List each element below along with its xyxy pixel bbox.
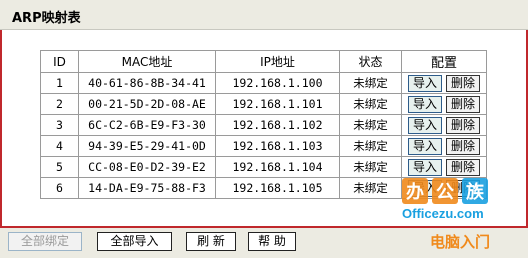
cell-state: 未绑定	[339, 114, 402, 136]
delete-button[interactable]: 删除	[446, 74, 481, 92]
cell-mac: 14-DA-E9-75-88-F3	[78, 177, 216, 199]
cell-id: 5	[40, 156, 79, 178]
import-button[interactable]: 导入	[407, 95, 442, 113]
cell-mac: 94-39-E5-29-41-0D	[78, 135, 216, 157]
cell-config: 导入 删除	[401, 156, 487, 178]
import-button[interactable]: 导入	[407, 74, 442, 92]
cell-id: 1	[40, 72, 79, 94]
delete-button[interactable]: 删除	[446, 116, 481, 134]
cell-ip: 192.168.1.104	[215, 156, 340, 178]
title-bar: ARP映射表	[0, 0, 528, 30]
cell-mac: 00-21-5D-2D-08-AE	[78, 93, 216, 115]
cell-id: 2	[40, 93, 79, 115]
cell-id: 6	[40, 177, 79, 199]
import-all-button[interactable]: 全部导入	[97, 232, 172, 251]
cell-mac: 40-61-86-8B-34-41	[78, 72, 216, 94]
cell-config: 导入 删除	[401, 135, 487, 157]
cell-ip: 192.168.1.103	[215, 135, 340, 157]
table-row: 6 14-DA-E9-75-88-F3 192.168.1.105 未绑定 导入…	[40, 177, 487, 199]
page-title: ARP映射表	[12, 11, 81, 26]
cell-config: 导入 删除	[401, 114, 487, 136]
table-row: 1 40-61-86-8B-34-41 192.168.1.100 未绑定 导入…	[40, 72, 487, 94]
header-mac: MAC地址	[78, 50, 216, 73]
bottom-toolbar: 全部绑定 全部导入 刷 新 帮 助	[0, 228, 528, 258]
cell-mac: CC-08-E0-D2-39-E2	[78, 156, 216, 178]
cell-ip: 192.168.1.100	[215, 72, 340, 94]
header-id: ID	[40, 50, 79, 73]
cell-mac: 6C-C2-6B-E9-F3-30	[78, 114, 216, 136]
delete-button[interactable]: 删除	[446, 95, 481, 113]
cell-id: 3	[40, 114, 79, 136]
table-row: 3 6C-C2-6B-E9-F3-30 192.168.1.102 未绑定 导入…	[40, 114, 487, 136]
delete-button[interactable]: 删除	[446, 137, 481, 155]
table-row: 4 94-39-E5-29-41-0D 192.168.1.103 未绑定 导入…	[40, 135, 487, 157]
cell-ip: 192.168.1.105	[215, 177, 340, 199]
cell-state: 未绑定	[339, 135, 402, 157]
import-button[interactable]: 导入	[407, 137, 442, 155]
cell-config: 导入 删除	[401, 72, 487, 94]
cell-state: 未绑定	[339, 72, 402, 94]
header-state: 状态	[339, 50, 402, 73]
cell-state: 未绑定	[339, 177, 402, 199]
cell-id: 4	[40, 135, 79, 157]
table-header-row: ID MAC地址 IP地址 状态 配置	[40, 50, 487, 73]
bind-all-button[interactable]: 全部绑定	[8, 232, 82, 251]
cell-ip: 192.168.1.101	[215, 93, 340, 115]
cell-config: 导入 删除	[401, 93, 487, 115]
cell-ip: 192.168.1.102	[215, 114, 340, 136]
import-button[interactable]: 导入	[407, 116, 442, 134]
cell-state: 未绑定	[339, 93, 402, 115]
table-row: 5 CC-08-E0-D2-39-E2 192.168.1.104 未绑定 导入…	[40, 156, 487, 178]
import-button[interactable]: 导入	[407, 179, 442, 197]
help-button[interactable]: 帮 助	[248, 232, 296, 251]
header-ip: IP地址	[215, 50, 340, 73]
table-row: 2 00-21-5D-2D-08-AE 192.168.1.101 未绑定 导入…	[40, 93, 487, 115]
arp-table: ID MAC地址 IP地址 状态 配置 1 40-61-86-8B-34-41 …	[40, 50, 487, 199]
refresh-button[interactable]: 刷 新	[186, 232, 236, 251]
cell-config: 导入 删除	[401, 177, 487, 199]
cell-state: 未绑定	[339, 156, 402, 178]
import-button[interactable]: 导入	[407, 158, 442, 176]
delete-button[interactable]: 删除	[446, 179, 481, 197]
delete-button[interactable]: 删除	[446, 158, 481, 176]
header-config: 配置	[401, 50, 487, 73]
